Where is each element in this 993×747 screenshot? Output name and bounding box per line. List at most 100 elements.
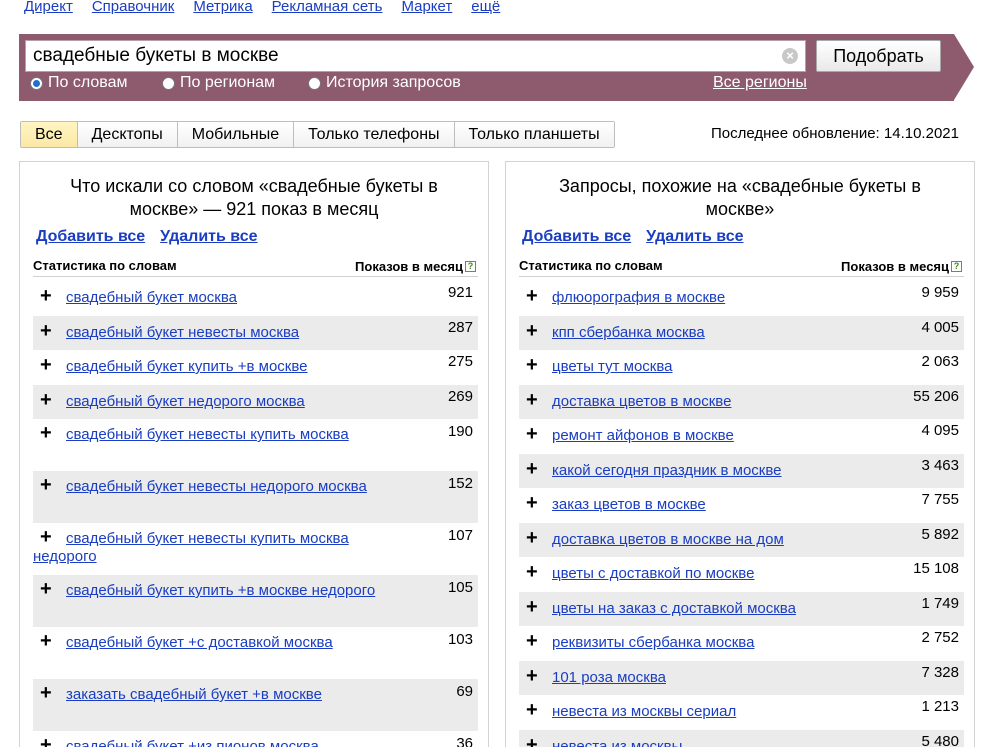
plus-icon[interactable]: + <box>526 597 538 617</box>
table-row: +101 роза москва 7 328 <box>519 660 964 695</box>
impressions-count: 7 755 <box>921 491 959 508</box>
query-link[interactable]: свадебный букет невесты недорого москва <box>33 478 478 496</box>
query-link[interactable]: заказать свадебный букет +в москве <box>33 686 478 704</box>
tab-all[interactable]: Все <box>21 122 78 147</box>
impressions-count: 1 213 <box>921 698 959 715</box>
table-row: + реквизиты сбербанка москва 2 752 <box>519 626 964 661</box>
plus-icon[interactable]: + <box>40 355 52 375</box>
search-input[interactable]: свадебные букеты в москве <box>25 40 806 72</box>
tab-phones-only[interactable]: Только телефоны <box>294 122 455 147</box>
top-navigation: Директ Справочник Метрика Рекламная сеть… <box>24 0 500 18</box>
query-link[interactable]: флюорография в москве <box>519 289 964 307</box>
nav-link-reference[interactable]: Справочник <box>92 0 175 17</box>
plus-icon[interactable]: + <box>40 390 52 410</box>
query-link[interactable]: свадебный букет купить +в москве <box>33 358 478 376</box>
plus-icon[interactable]: + <box>526 390 538 410</box>
query-link[interactable]: свадебный букет +с доставкой москва <box>33 634 478 652</box>
table-row: + цветы на заказ с доставкой москва 1 749 <box>519 591 964 626</box>
plus-icon[interactable]: + <box>526 666 538 686</box>
query-link[interactable]: кпп сбербанка москва <box>519 324 964 342</box>
radio-dot <box>308 76 321 90</box>
query-link[interactable]: какой сегодня праздник в москве <box>519 462 964 480</box>
impressions-count: 4 005 <box>921 318 959 336</box>
plus-icon[interactable]: + <box>40 475 52 495</box>
tab-desktops[interactable]: Десктопы <box>77 122 178 147</box>
plus-icon[interactable]: + <box>40 683 52 703</box>
query-link[interactable]: цветы тут москва <box>519 358 964 376</box>
query-link[interactable]: невеста из москвы <box>519 738 964 747</box>
impressions-count: 152 <box>447 475 473 492</box>
plus-icon[interactable]: + <box>526 355 538 375</box>
plus-icon[interactable]: + <box>526 286 538 306</box>
impressions-count: 105 <box>447 579 473 596</box>
all-regions-link[interactable]: Все регионы <box>713 74 807 92</box>
query-link[interactable]: доставка цветов в москве <box>519 393 964 411</box>
impressions-count: 287 <box>447 318 473 336</box>
plus-icon[interactable]: + <box>40 527 52 547</box>
query-link[interactable]: свадебный букет +из пионов москва <box>33 738 478 747</box>
tab-tablets-only[interactable]: Только планшеты <box>454 122 614 147</box>
plus-icon[interactable]: + <box>40 286 52 306</box>
query-link[interactable]: 101 роза москва <box>519 669 964 687</box>
query-link[interactable]: свадебный букет москва <box>33 289 478 307</box>
query-link[interactable]: заказ цветов в москве <box>519 496 964 514</box>
plus-icon[interactable]: + <box>40 423 52 443</box>
table-row: + доставка цветов в москве 55 206 <box>519 384 964 419</box>
table-row: + невеста из москвы сериал 1 213 <box>519 695 964 730</box>
query-link[interactable]: свадебный букет невесты купить москва не… <box>33 530 478 566</box>
add-all-link[interactable]: Добавить все <box>36 228 145 246</box>
impressions-count: 2 752 <box>921 629 959 646</box>
plus-icon[interactable]: + <box>526 562 538 582</box>
impressions-count: 190 <box>447 423 473 440</box>
help-icon[interactable]: ? <box>465 261 476 272</box>
query-link[interactable]: свадебный букет купить +в москве недорог… <box>33 582 478 600</box>
plus-icon[interactable]: + <box>40 579 52 599</box>
remove-all-link[interactable]: Удалить все <box>160 228 257 246</box>
query-link[interactable]: доставка цветов в москве на дом <box>519 531 964 549</box>
query-link[interactable]: цветы с доставкой по москве <box>519 565 964 583</box>
query-link[interactable]: свадебный букет невесты купить москва <box>33 426 478 444</box>
impressions-count: 1 749 <box>921 594 959 612</box>
radio-by-words[interactable]: По словам <box>30 74 127 92</box>
last-update: Последнее обновление: 14.10.2021 <box>711 125 959 142</box>
plus-icon[interactable]: + <box>526 735 538 747</box>
remove-all-link[interactable]: Удалить все <box>646 228 743 246</box>
query-link[interactable]: реквизиты сбербанка москва <box>519 634 964 652</box>
table-row: + свадебный букет невесты купить москва н… <box>33 523 478 575</box>
table-row: + невеста из москвы 5 480 <box>519 729 964 747</box>
plus-icon[interactable]: + <box>526 631 538 651</box>
nav-link-direct[interactable]: Директ <box>24 0 73 17</box>
table-row: + какой сегодня праздник в москве 3 463 <box>519 453 964 488</box>
radio-by-regions[interactable]: По регионам <box>162 74 275 92</box>
query-link[interactable]: ремонт айфонов в москве <box>519 427 964 445</box>
pick-button[interactable]: Подобрать <box>816 40 941 72</box>
plus-icon[interactable]: + <box>526 424 538 444</box>
query-link[interactable]: цветы на заказ с доставкой москва <box>519 600 964 618</box>
table-row: + свадебный букет недорого москва 269 <box>33 384 478 419</box>
tab-mobile[interactable]: Мобильные <box>177 122 295 147</box>
impressions-count: 7 328 <box>921 663 959 681</box>
clear-icon[interactable]: × <box>782 48 798 64</box>
plus-icon[interactable]: + <box>40 321 52 341</box>
plus-icon[interactable]: + <box>40 631 52 651</box>
nav-link-market[interactable]: Маркет <box>401 0 452 17</box>
plus-icon[interactable]: + <box>526 528 538 548</box>
column-headers: Статистика по словам Показов в месяц ? <box>519 257 964 277</box>
plus-icon[interactable]: + <box>526 321 538 341</box>
plus-icon[interactable]: + <box>526 493 538 513</box>
help-icon[interactable]: ? <box>951 261 962 272</box>
nav-link-metrika[interactable]: Метрика <box>193 0 252 17</box>
impressions-count: 9 959 <box>921 284 959 301</box>
query-link[interactable]: свадебный букет недорого москва <box>33 393 478 411</box>
table-row: + свадебный букет невесты недорого москва… <box>33 471 478 523</box>
plus-icon[interactable]: + <box>40 735 52 747</box>
radio-query-history[interactable]: История запросов <box>308 74 461 92</box>
nav-link-ad-network[interactable]: Рекламная сеть <box>272 0 383 17</box>
plus-icon[interactable]: + <box>526 459 538 479</box>
plus-icon[interactable]: + <box>526 700 538 720</box>
query-link[interactable]: невеста из москвы сериал <box>519 703 964 721</box>
nav-link-more[interactable]: ещё <box>471 0 500 17</box>
column-headers: Статистика по словам Показов в месяц ? <box>33 257 478 277</box>
add-all-link[interactable]: Добавить все <box>522 228 631 246</box>
query-link[interactable]: свадебный букет невесты москва <box>33 324 478 342</box>
